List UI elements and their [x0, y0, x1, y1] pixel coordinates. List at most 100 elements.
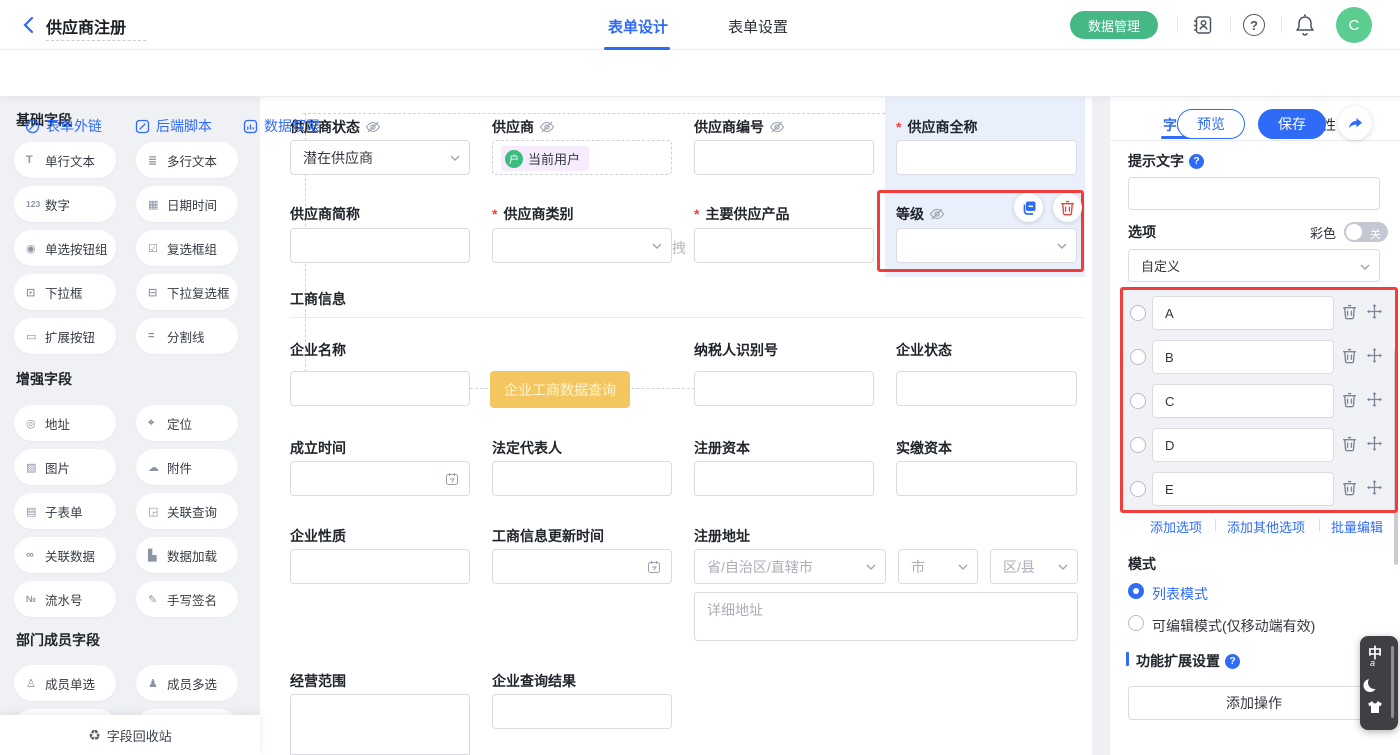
- sidebar-item-attachment[interactable]: ☁附件: [136, 449, 238, 485]
- business-data-lookup-button[interactable]: 企业工商数据查询: [490, 371, 630, 408]
- company-name-input[interactable]: [290, 371, 470, 406]
- supplier-fullname-input[interactable]: [896, 140, 1077, 175]
- paidin-capital-input[interactable]: [896, 461, 1077, 496]
- divider: [1230, 17, 1231, 33]
- sidebar-item-number[interactable]: 123数字: [14, 186, 116, 222]
- notification-bell-icon[interactable]: [1295, 13, 1315, 36]
- dropdown-icon: ⊡: [26, 286, 45, 299]
- user-avatar[interactable]: C: [1336, 7, 1372, 43]
- field-label-taxpayer-id: 纳税人识别号: [694, 340, 778, 360]
- script-icon: [135, 119, 150, 134]
- batch-edit-link[interactable]: 批量编辑: [1331, 517, 1383, 536]
- registered-capital-input[interactable]: [694, 461, 874, 496]
- supplier-category-select[interactable]: [492, 228, 672, 263]
- sidebar-item-checkbox-group[interactable]: ☑复选框组: [136, 230, 238, 266]
- mode-radio-editable[interactable]: [1128, 615, 1144, 631]
- add-option-link[interactable]: 添加选项: [1150, 517, 1202, 536]
- sidebar-item-relation-data[interactable]: ∞关联数据: [14, 537, 116, 573]
- sidebar-item-relation-query[interactable]: ◲关联查询: [136, 493, 238, 529]
- recycle-label: 字段回收站: [107, 726, 172, 745]
- established-date-input[interactable]: [290, 461, 470, 496]
- query-result-input[interactable]: [492, 694, 672, 729]
- external-link-button[interactable]: 表单外链: [25, 116, 102, 136]
- hidden-eye-icon: [769, 121, 785, 133]
- sidebar-item-signature[interactable]: ✎手写签名: [136, 581, 238, 617]
- tab-form-settings[interactable]: 表单设置: [728, 16, 788, 37]
- sidebar-item-member-multi[interactable]: ♟成员多选: [136, 665, 238, 701]
- tab-form-design[interactable]: 表单设计: [608, 16, 668, 37]
- multi-line-text-icon: ≣: [148, 154, 167, 167]
- sidebar-item-serial-number[interactable]: №流水号: [14, 581, 116, 617]
- sidebar-item-data-load[interactable]: ▙数据加载: [136, 537, 238, 573]
- sidebar-item-radio-group[interactable]: ◉单选按钮组: [14, 230, 116, 266]
- supplier-shortname-input[interactable]: [290, 228, 470, 263]
- section-title-enhanced: 增强字段: [16, 369, 72, 389]
- mode-editable-label[interactable]: 可编辑模式(仅移动端有效): [1152, 616, 1315, 636]
- supplier-field[interactable]: 户 当前用户: [492, 140, 672, 175]
- add-other-option-link[interactable]: 添加其他选项: [1227, 517, 1305, 536]
- sidebar-item-single-line-text[interactable]: T单行文本: [14, 142, 116, 178]
- trash-icon: [1060, 200, 1075, 216]
- data-permission-button[interactable]: 数据权限: [243, 116, 320, 136]
- preview-button[interactable]: 预览: [1177, 109, 1245, 139]
- field-label-supplier-fullname: *供应商全称: [896, 117, 977, 137]
- field-label-query-result: 企业查询结果: [492, 671, 576, 691]
- detail-address-textarea[interactable]: 详细地址: [694, 592, 1078, 641]
- floating-tools-widget[interactable]: 中 a: [1360, 636, 1398, 730]
- hint-text-input[interactable]: [1128, 177, 1380, 210]
- help-badge-icon[interactable]: ?: [1189, 154, 1204, 169]
- save-button[interactable]: 保存: [1258, 109, 1326, 139]
- supplier-no-input[interactable]: [694, 140, 874, 175]
- update-time-input[interactable]: [492, 549, 672, 584]
- backend-script-button[interactable]: 后端脚本: [135, 116, 212, 136]
- header: 供应商注册 表单设计 表单设置 数据管理 ? C: [0, 0, 1400, 50]
- sidebar-item-dropdown[interactable]: ⊡下拉框: [14, 274, 116, 310]
- sidebar-item-multi-dropdown[interactable]: ⊟下拉复选框: [136, 274, 238, 310]
- supplier-status-select[interactable]: 潜在供应商: [290, 140, 470, 175]
- taxpayer-id-input[interactable]: [694, 371, 874, 406]
- people-icon: ♟: [148, 677, 167, 690]
- field-label-company-name: 企业名称: [290, 340, 346, 360]
- sidebar-item-datetime[interactable]: ▦日期时间: [136, 186, 238, 222]
- sidebar-item-member-single[interactable]: ♙成员单选: [14, 665, 116, 701]
- grade-select[interactable]: [896, 228, 1077, 263]
- mode-radio-list[interactable]: [1128, 583, 1144, 599]
- sidebar-item-multi-line-text[interactable]: ≣多行文本: [136, 142, 238, 178]
- district-select[interactable]: 区/县: [990, 549, 1078, 584]
- legal-rep-input[interactable]: [492, 461, 672, 496]
- company-status-input[interactable]: [896, 371, 1077, 406]
- sidebar-item-extend-button[interactable]: ▭扩展按钮: [14, 318, 116, 354]
- copy-field-button[interactable]: [1014, 193, 1043, 222]
- help-icon[interactable]: ?: [1243, 14, 1265, 36]
- field-recycle-bin[interactable]: ♻ 字段回收站: [0, 715, 260, 755]
- company-nature-input[interactable]: [290, 549, 470, 584]
- business-scope-textarea[interactable]: [290, 694, 470, 755]
- sidebar-item-address[interactable]: ◎地址: [14, 405, 116, 441]
- data-manage-button[interactable]: 数据管理: [1070, 11, 1158, 39]
- dark-mode-moon-icon[interactable]: [1368, 676, 1381, 689]
- sidebar-item-subform[interactable]: ▤子表单: [14, 493, 116, 529]
- theme-shirt-icon[interactable]: [1367, 700, 1383, 715]
- form-toolbar: 表单外链 后端脚本 数据权限 预览 保存: [0, 50, 1400, 97]
- mode-list-label[interactable]: 列表模式: [1152, 584, 1208, 604]
- sidebar-item-location[interactable]: ⌖定位: [136, 405, 238, 441]
- back-icon[interactable]: [20, 15, 38, 35]
- number-icon: 123: [26, 199, 45, 209]
- options-highlight-outline: [1120, 287, 1398, 513]
- color-toggle[interactable]: 关: [1344, 222, 1388, 242]
- sidebar-item-image[interactable]: ▨图片: [14, 449, 116, 485]
- main-products-input[interactable]: [694, 228, 874, 263]
- add-action-button[interactable]: 添加操作: [1128, 686, 1380, 720]
- province-select[interactable]: 省/自治区/直辖市: [694, 549, 886, 584]
- address-book-icon[interactable]: [1192, 14, 1214, 36]
- app-root: 供应商注册 表单设计 表单设置 数据管理 ? C 表单外链 后端脚本 数据权限 …: [0, 0, 1400, 755]
- current-user-tag: 户 当前用户: [501, 146, 589, 171]
- option-source-select[interactable]: 自定义: [1128, 249, 1380, 282]
- help-badge-icon[interactable]: ?: [1225, 654, 1240, 669]
- chevron-down-icon: [652, 243, 662, 249]
- group-title-business-info: 工商信息: [290, 289, 346, 309]
- sidebar-item-divider-line[interactable]: =分割线: [136, 318, 238, 354]
- delete-field-button[interactable]: [1053, 193, 1082, 222]
- share-button[interactable]: [1338, 106, 1372, 140]
- city-select[interactable]: 市: [898, 549, 978, 584]
